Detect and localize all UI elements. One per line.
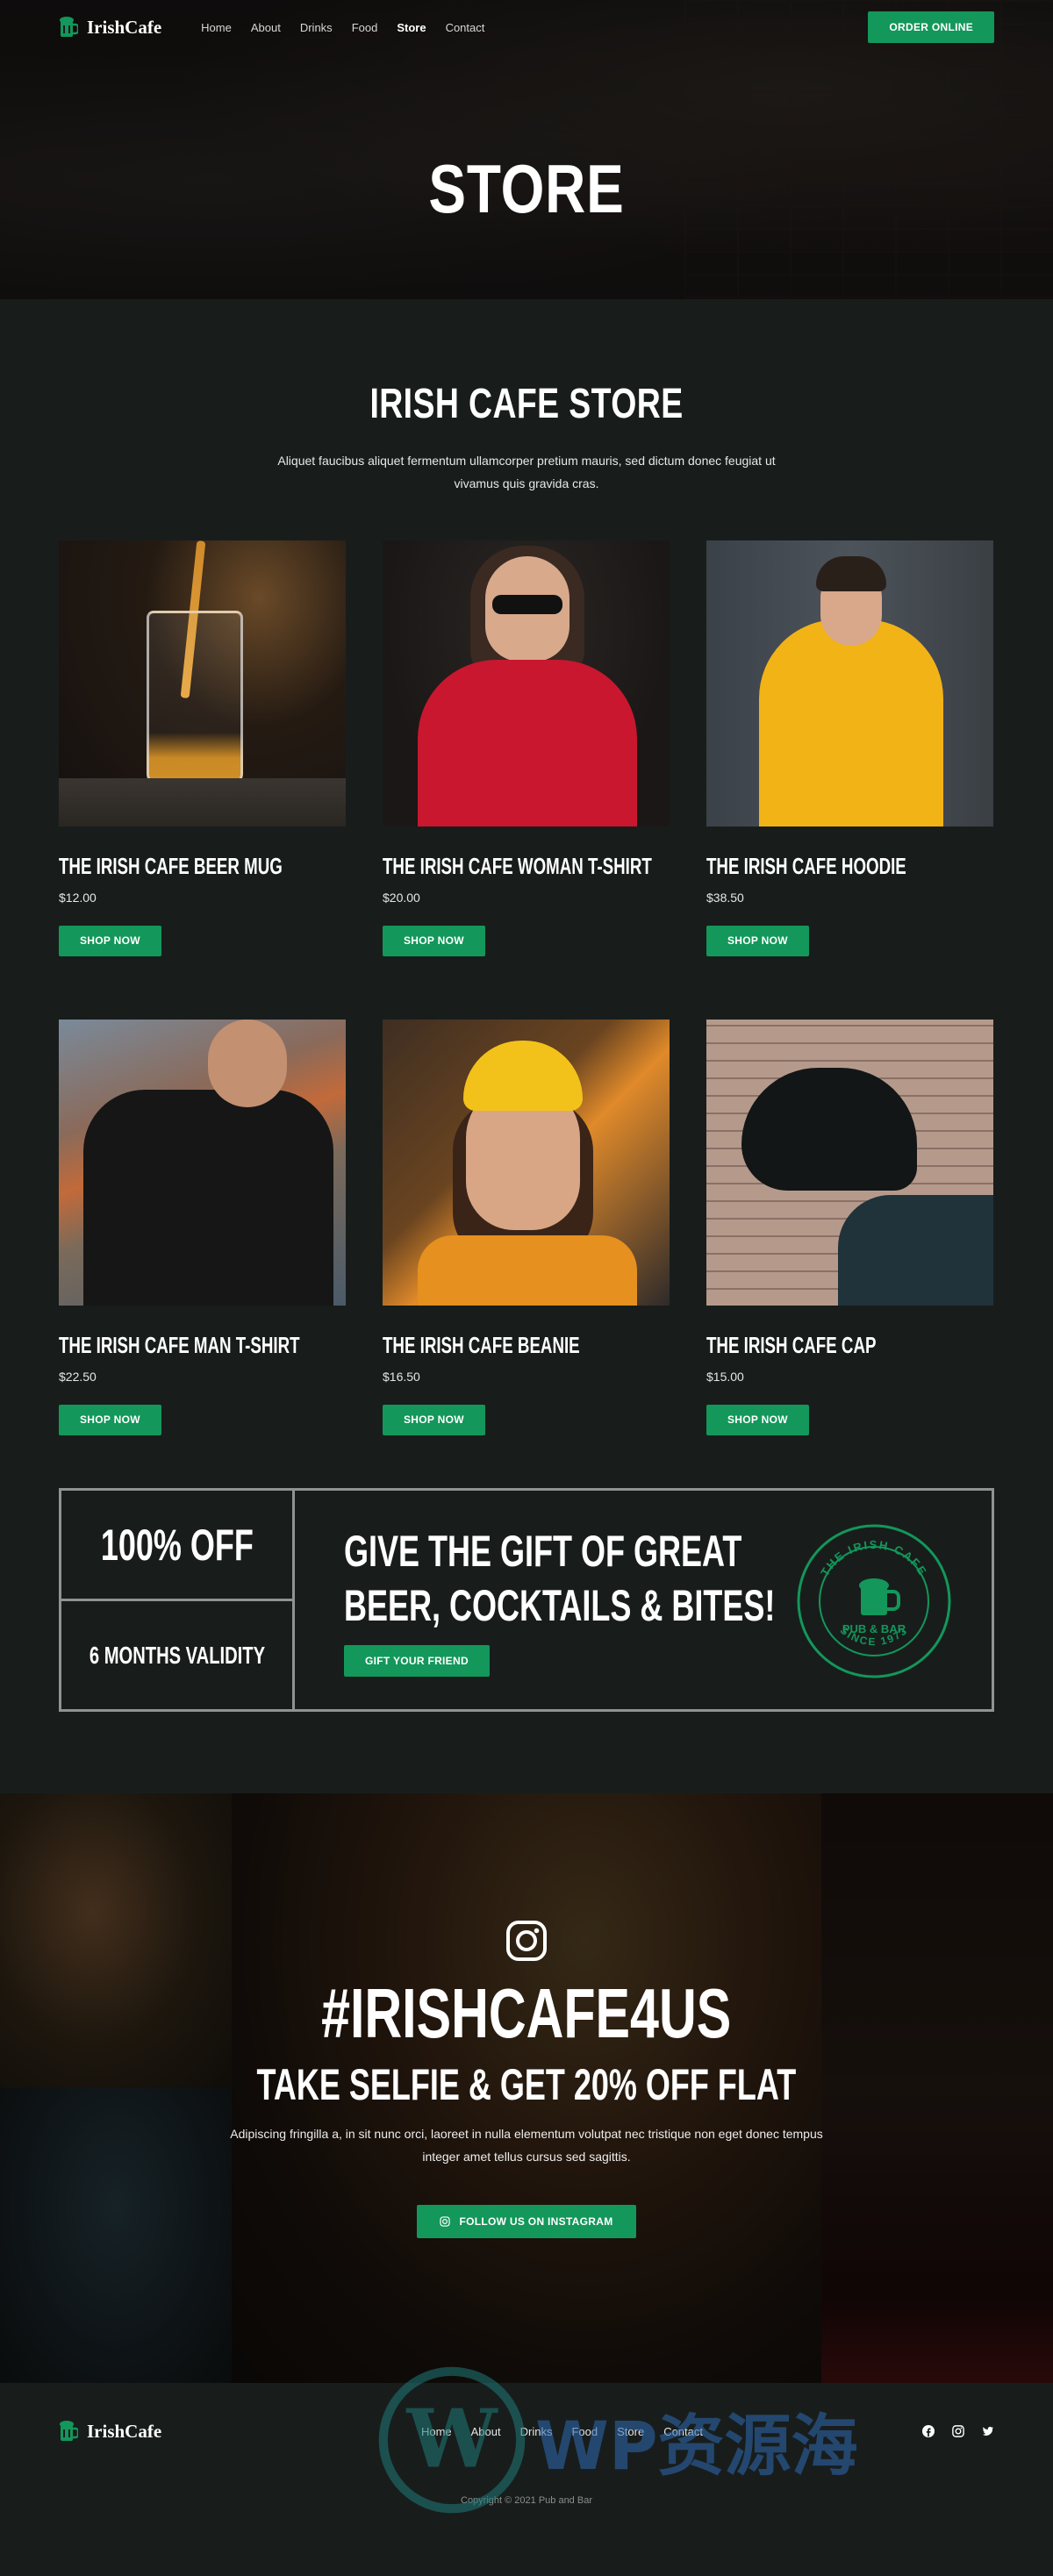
product-card: THE IRISH CAFE BEANIE $16.50 SHOP NOW xyxy=(383,1020,670,1435)
promo-content: GIVE THE GIFT OF GREAT BEER, COCKTAILS &… xyxy=(295,1491,992,1709)
nav-about[interactable]: About xyxy=(251,21,281,34)
nav-drinks[interactable]: Drinks xyxy=(300,21,333,34)
hero-section: IrishCafe Home About Drinks Food Store C… xyxy=(0,0,1053,299)
product-image-beanie[interactable] xyxy=(383,1020,670,1306)
follow-instagram-button[interactable]: FOLLOW US ON INSTAGRAM xyxy=(417,2205,636,2238)
instagram-offer: TAKE SELFIE & GET 20% OFF FLAT xyxy=(256,2060,797,2109)
shop-now-button[interactable]: SHOP NOW xyxy=(59,926,161,956)
product-price: $20.00 xyxy=(383,891,420,905)
page-title: STORE xyxy=(428,150,625,227)
wp-watermark: W WP资源海 xyxy=(377,2365,858,2515)
product-price: $22.50 xyxy=(59,1370,97,1384)
product-price: $15.00 xyxy=(706,1370,744,1384)
promo-headline-line1: GIVE THE GIFT OF GREAT xyxy=(344,1527,742,1576)
footer-logo[interactable]: IrishCafe xyxy=(59,2420,161,2443)
footer-logo-text: IrishCafe xyxy=(87,2420,162,2442)
product-image-beer-mug[interactable] xyxy=(59,540,346,826)
product-grid: THE IRISH CAFE BEER MUG $12.00 SHOP NOW … xyxy=(59,540,994,1435)
instagram-section: #IRISHCAFE4US TAKE SELFIE & GET 20% OFF … xyxy=(0,1793,1053,2383)
gift-promo-banner: 100% OFF 6 MONTHS VALIDITY GIVE THE GIFT… xyxy=(59,1488,994,1712)
product-card: THE IRISH CAFE BEER MUG $12.00 SHOP NOW xyxy=(59,540,346,956)
nav-food[interactable]: Food xyxy=(352,21,378,34)
promo-offer-panel: 100% OFF 6 MONTHS VALIDITY xyxy=(61,1491,295,1709)
product-card: THE IRISH CAFE HOODIE $38.50 SHOP NOW xyxy=(706,540,993,956)
svg-text:W: W xyxy=(405,2392,498,2487)
discount-label: 100% OFF xyxy=(100,1520,254,1570)
product-name[interactable]: THE IRISH CAFE MAN T-SHIRT xyxy=(59,1332,300,1359)
twitter-icon[interactable] xyxy=(982,2425,994,2437)
product-image-hoodie[interactable] xyxy=(706,540,993,826)
wordpress-logo-icon: W xyxy=(378,2366,526,2514)
shop-now-button[interactable]: SHOP NOW xyxy=(59,1405,161,1435)
product-card: THE IRISH CAFE CAP $15.00 SHOP NOW xyxy=(706,1020,993,1435)
nav-home[interactable]: Home xyxy=(201,21,232,34)
product-price: $38.50 xyxy=(706,891,744,905)
instagram-description: Adipiscing fringilla a, in sit nunc orci… xyxy=(230,2127,823,2164)
store-section: IRISH CAFE STORE Aliquet faucibus alique… xyxy=(0,299,1053,1488)
top-navigation: IrishCafe Home About Drinks Food Store C… xyxy=(0,0,1053,54)
order-online-button[interactable]: ORDER ONLINE xyxy=(868,11,994,43)
shop-now-button[interactable]: SHOP NOW xyxy=(383,926,485,956)
badge-middle-text: PUB & BAR xyxy=(842,1622,906,1635)
product-card: THE IRISH CAFE WOMAN T-SHIRT $20.00 SHOP… xyxy=(383,540,670,956)
shop-now-button[interactable]: SHOP NOW xyxy=(706,926,809,956)
social-links xyxy=(922,2425,994,2437)
shop-now-button[interactable]: SHOP NOW xyxy=(383,1405,485,1435)
product-name[interactable]: THE IRISH CAFE BEANIE xyxy=(383,1332,589,1359)
logo-text: IrishCafe xyxy=(87,16,162,38)
product-name[interactable]: THE IRISH CAFE CAP xyxy=(706,1332,913,1359)
instagram-icon xyxy=(506,1921,547,1961)
nav-contact[interactable]: Contact xyxy=(446,21,485,34)
product-price: $16.50 xyxy=(383,1370,420,1384)
badge-top-text: THE IRISH CAFE xyxy=(818,1538,928,1578)
facebook-icon[interactable] xyxy=(922,2425,935,2437)
product-name[interactable]: THE IRISH CAFE HOODIE xyxy=(706,853,913,880)
instagram-small-icon xyxy=(440,2216,451,2227)
store-heading: IRISH CAFE STORE xyxy=(369,381,684,427)
product-image-cap[interactable] xyxy=(706,1020,993,1306)
irish-cafe-badge-icon: THE IRISH CAFE SINCE 1973 PUB & BAR xyxy=(797,1524,951,1678)
follow-instagram-label: FOLLOW US ON INSTAGRAM xyxy=(459,2215,613,2228)
promo-headline-line2: BEER, COCKTAILS & BITES! xyxy=(344,1581,776,1630)
main-menu: Home About Drinks Food Store Contact xyxy=(201,21,484,34)
instagram-icon[interactable] xyxy=(952,2425,964,2437)
nav-store[interactable]: Store xyxy=(397,21,426,34)
site-logo[interactable]: IrishCafe xyxy=(59,16,161,39)
product-price: $12.00 xyxy=(59,891,97,905)
gift-your-friend-button[interactable]: GIFT YOUR FRIEND xyxy=(344,1645,490,1677)
beer-mug-icon xyxy=(60,2421,78,2441)
product-name[interactable]: THE IRISH CAFE WOMAN T-SHIRT xyxy=(383,853,652,880)
watermark-text: WP资源海 xyxy=(535,2407,858,2485)
product-image-man-tshirt[interactable] xyxy=(59,1020,346,1306)
product-image-woman-tshirt[interactable] xyxy=(383,540,670,826)
beer-mug-icon xyxy=(60,17,78,37)
site-footer: W WP资源海 IrishCafe Home About Drinks Food… xyxy=(0,2366,1053,2539)
store-intro: Aliquet faucibus aliquet fermentum ullam… xyxy=(277,454,776,490)
product-name[interactable]: THE IRISH CAFE BEER MUG xyxy=(59,853,283,880)
product-card: THE IRISH CAFE MAN T-SHIRT $22.50 SHOP N… xyxy=(59,1020,346,1435)
instagram-hashtag: #IRISHCAFE4US xyxy=(321,1974,732,2052)
promo-headline: GIVE THE GIFT OF GREAT BEER, COCKTAILS &… xyxy=(344,1524,799,1633)
validity-label: 6 MONTHS VALIDITY xyxy=(89,1641,265,1669)
svg-text:THE IRISH CAFE: THE IRISH CAFE xyxy=(818,1538,929,1578)
shop-now-button[interactable]: SHOP NOW xyxy=(706,1405,809,1435)
